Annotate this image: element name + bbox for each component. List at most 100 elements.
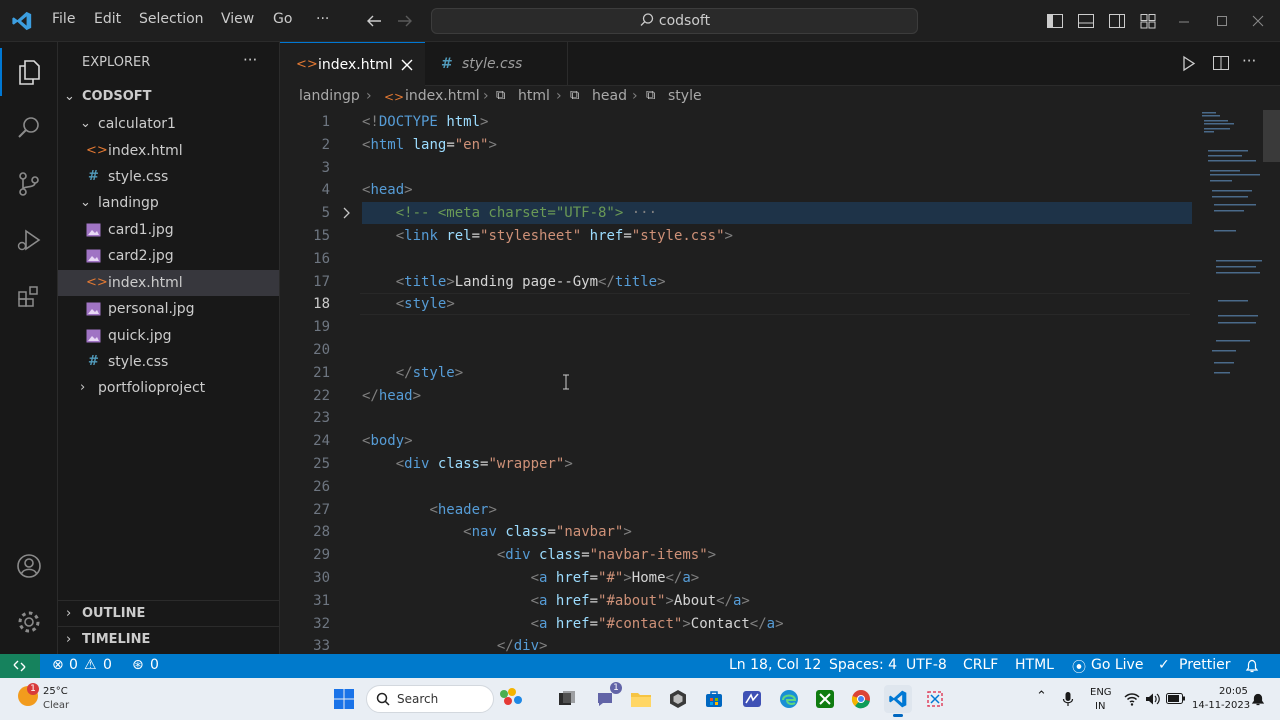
code-line[interactable]: </head> xyxy=(362,385,421,407)
code-line[interactable]: <body> xyxy=(362,430,413,452)
encoding[interactable]: UTF-8 xyxy=(906,657,947,673)
tree-root-codsoft[interactable]: ⌄ CODSOFT xyxy=(58,84,279,110)
dark-app-button[interactable] xyxy=(664,685,692,713)
vscode-logo-icon[interactable] xyxy=(11,10,33,32)
menu-file[interactable]: File xyxy=(52,11,75,27)
code-line[interactable]: <!DOCTYPE html> xyxy=(362,111,488,133)
breadcrumb-file[interactable]: index.html xyxy=(405,88,480,104)
snipping-tool-button[interactable] xyxy=(921,685,949,713)
menu-selection[interactable]: Selection xyxy=(139,11,204,27)
indentation[interactable]: Spaces: 4 xyxy=(829,657,897,673)
toggle-primary-sidebar-icon[interactable] xyxy=(1046,12,1064,30)
notification-bell-icon[interactable] xyxy=(1252,693,1264,707)
code-line[interactable]: <a href="#">Home</a> xyxy=(362,567,700,589)
tab-index-html[interactable]: <> index.html xyxy=(280,42,425,86)
tree-folder-landingp[interactable]: ⌄ landingp xyxy=(58,190,279,216)
menu-go[interactable]: Go xyxy=(273,11,292,27)
ports-count[interactable]: 0 xyxy=(150,657,159,673)
battery-icon[interactable] xyxy=(1166,693,1186,704)
language-eng[interactable]: ENG xyxy=(1090,687,1112,698)
menu-edit[interactable]: Edit xyxy=(94,11,121,27)
search-highlight-icon[interactable] xyxy=(500,688,524,708)
toggle-panel-icon[interactable] xyxy=(1077,12,1095,30)
run-icon[interactable] xyxy=(1180,55,1197,72)
language-mode[interactable]: HTML xyxy=(1015,657,1054,673)
code-line[interactable]: <head> xyxy=(362,179,413,201)
tree-file-personal-jpg[interactable]: personal.jpg xyxy=(58,296,279,322)
go-live-button[interactable]: Go Live xyxy=(1091,657,1143,673)
store-button[interactable] xyxy=(700,685,728,713)
maximize-icon[interactable] xyxy=(1216,15,1228,27)
minimap[interactable] xyxy=(1200,110,1262,400)
volume-icon[interactable] xyxy=(1145,692,1161,706)
chevron-up-icon[interactable]: ⌃ xyxy=(1036,689,1047,704)
xbox-button[interactable] xyxy=(811,685,839,713)
code-line[interactable]: <link rel="stylesheet" href="style.css"> xyxy=(362,225,733,247)
whiteboard-button[interactable] xyxy=(738,685,766,713)
code-editor[interactable]: 1 <!DOCTYPE html> 2 <html lang="en"> 3 4 <head… xyxy=(280,110,1280,654)
warning-count[interactable]: 0 xyxy=(103,657,112,673)
code-line[interactable]: <style> xyxy=(362,293,455,315)
tree-file-style-css-2[interactable]: # style.css xyxy=(58,349,279,375)
manage-activity-button[interactable] xyxy=(0,598,58,646)
breadcrumb-head[interactable]: head xyxy=(592,88,627,104)
tree-file-style-css[interactable]: # style.css xyxy=(58,164,279,190)
tree-file-index-html[interactable]: <> index.html xyxy=(58,138,279,164)
chrome-button[interactable] xyxy=(847,685,875,713)
tree-file-card1-jpg[interactable]: card1.jpg xyxy=(58,217,279,243)
breadcrumb-folder[interactable]: landingp xyxy=(299,88,360,104)
code-line[interactable]: <html lang="en"> xyxy=(362,134,497,156)
code-line[interactable]: <a href="#contact">Contact</a> xyxy=(362,613,784,635)
tree-file-card2-jpg[interactable]: card2.jpg xyxy=(58,243,279,269)
taskbar-search[interactable]: Search xyxy=(366,685,494,713)
file-explorer-button[interactable] xyxy=(627,685,655,713)
menu-more[interactable]: ··· xyxy=(316,11,329,27)
code-line[interactable]: <div class="wrapper"> xyxy=(362,453,573,475)
breadcrumb-html[interactable]: html xyxy=(518,88,550,104)
edge-button[interactable] xyxy=(775,685,803,713)
code-line[interactable]: <div class="navbar-items"> xyxy=(362,544,716,566)
vscode-taskbar-button[interactable] xyxy=(884,685,912,717)
weather-temp[interactable]: 25°C xyxy=(43,686,68,697)
command-center-search[interactable]: codsoft xyxy=(431,8,918,34)
toggle-secondary-sidebar-icon[interactable] xyxy=(1108,12,1126,30)
tree-file-quick-jpg[interactable]: quick.jpg xyxy=(58,323,279,349)
tree-folder-calculator1[interactable]: ⌄ calculator1 xyxy=(58,111,279,137)
close-window-icon[interactable] xyxy=(1252,15,1264,27)
source-control-activity-button[interactable] xyxy=(0,160,58,208)
close-tab-icon[interactable] xyxy=(401,59,413,71)
search-activity-button[interactable] xyxy=(0,104,58,152)
teams-chat-button[interactable]: 1 xyxy=(591,682,622,713)
code-line[interactable]: </div> xyxy=(362,635,548,654)
editor-more-actions[interactable]: ··· xyxy=(1242,52,1256,70)
run-debug-activity-button[interactable] xyxy=(0,216,58,264)
tree-file-index-html-selected[interactable]: <> index.html xyxy=(58,270,279,296)
code-line[interactable]: <title>Landing page--Gym</title> xyxy=(362,271,666,293)
bell-icon[interactable] xyxy=(1244,658,1260,674)
explorer-activity-button[interactable] xyxy=(0,48,58,96)
outline-section[interactable]: › OUTLINE xyxy=(58,600,279,626)
menu-view[interactable]: View xyxy=(221,11,254,27)
prettier-button[interactable]: Prettier xyxy=(1179,657,1231,673)
start-button[interactable] xyxy=(330,685,358,713)
error-count[interactable]: 0 xyxy=(69,657,78,673)
fold-chevron-icon[interactable] xyxy=(342,207,352,219)
end-of-line[interactable]: CRLF xyxy=(963,657,998,673)
code-line[interactable]: <header> xyxy=(362,499,496,521)
timeline-section[interactable]: › TIMELINE xyxy=(58,626,279,652)
cursor-position[interactable]: Ln 18, Col 12 xyxy=(729,657,821,673)
back-arrow-icon[interactable] xyxy=(365,12,383,30)
task-view-button[interactable] xyxy=(553,685,581,713)
code-line[interactable]: </style> xyxy=(362,362,463,384)
tree-folder-portfolioproject[interactable]: › portfolioproject xyxy=(58,375,279,401)
tab-style-css[interactable]: # style.css xyxy=(425,42,568,86)
remote-indicator[interactable] xyxy=(0,654,40,678)
breadcrumb-style[interactable]: style xyxy=(668,88,702,104)
explorer-more-actions[interactable]: ··· xyxy=(243,51,257,69)
extensions-activity-button[interactable] xyxy=(0,272,58,320)
wifi-icon[interactable] xyxy=(1124,692,1140,706)
code-line[interactable]: <nav class="navbar"> xyxy=(362,521,632,543)
microphone-icon[interactable] xyxy=(1062,691,1074,707)
clock-time[interactable]: 20:05 xyxy=(1219,686,1248,697)
code-line[interactable]: <a href="#about">About</a> xyxy=(362,590,750,612)
